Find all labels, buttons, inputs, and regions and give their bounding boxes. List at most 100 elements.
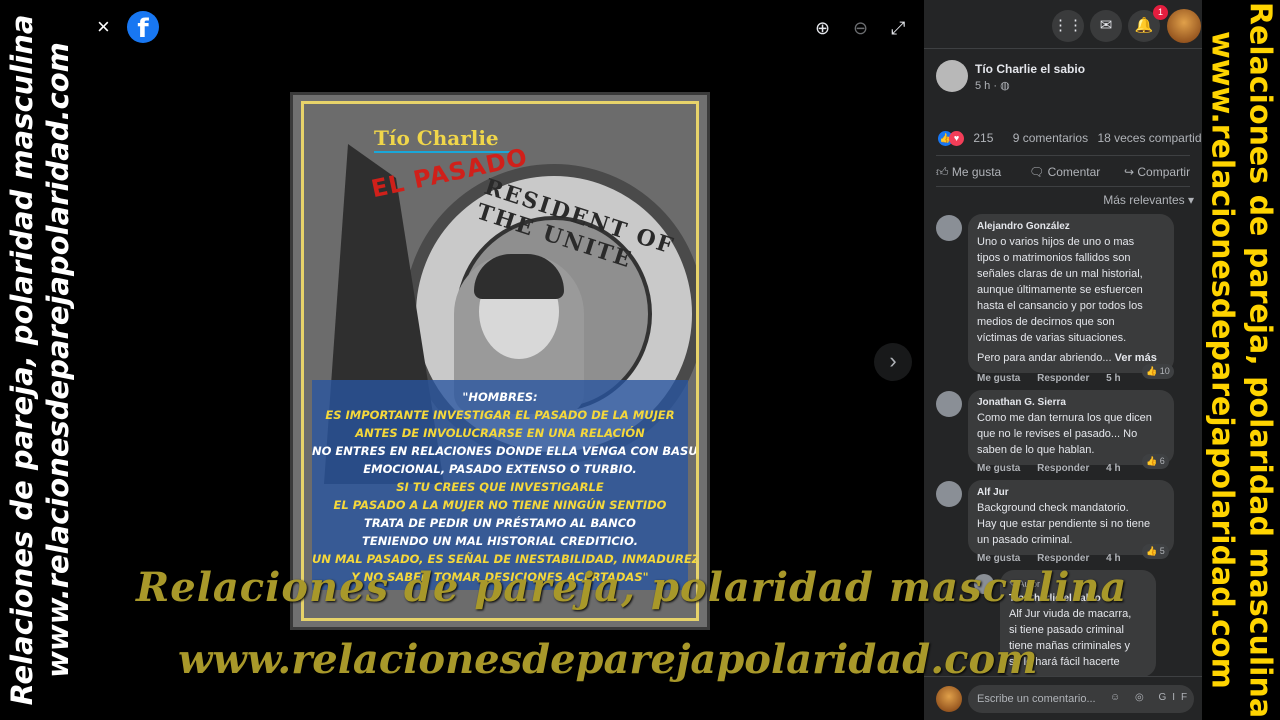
comment-reply-button[interactable]: Responder bbox=[1037, 373, 1089, 384]
post-author[interactable]: Tío Charlie el sabio bbox=[975, 62, 1085, 76]
comment-time[interactable]: 4 h bbox=[1106, 463, 1120, 474]
comment-like-button[interactable]: Me gusta bbox=[977, 373, 1020, 384]
watermark-url: www.relacionesdeparejapolaridad.com bbox=[178, 636, 1038, 683]
notification-badge: 1 bbox=[1153, 5, 1168, 20]
see-more-link[interactable]: Ver más bbox=[1115, 352, 1157, 364]
watermark-slogan: Relaciones de pareja, polaridad masculin… bbox=[136, 564, 1128, 611]
comment-like-number: 10 bbox=[1159, 366, 1170, 376]
poster-quote-line: ES IMPORTANTE INVESTIGAR EL PASADO DE LA… bbox=[325, 408, 675, 422]
comment-reply-button[interactable]: Responder bbox=[1037, 463, 1089, 474]
share-arrow-icon: ↪ bbox=[1124, 165, 1138, 179]
comment-like-count: 👍 5 bbox=[1142, 544, 1169, 559]
commenter-avatar[interactable] bbox=[936, 391, 962, 417]
comment-text-line: un pasado criminal. bbox=[977, 534, 1073, 546]
comment-text-truncated: Pero para andar abriendo... bbox=[977, 352, 1112, 364]
comment-like-number: 5 bbox=[1159, 546, 1165, 556]
fullscreen-icon[interactable]: ⤢ bbox=[891, 18, 905, 39]
close-icon[interactable]: × bbox=[97, 14, 110, 40]
zoom-in-icon[interactable]: ⊕ bbox=[815, 18, 830, 39]
commenter-avatar[interactable] bbox=[936, 215, 962, 241]
thumbs-up-icon: 👍︎ bbox=[936, 165, 952, 179]
comment-count[interactable]: 9 comentarios bbox=[1013, 131, 1088, 145]
poster-quote-line: ANTES DE INVOLUCRARSE EN UNA RELACIÓN bbox=[355, 426, 645, 440]
comment-time[interactable]: 5 h bbox=[1106, 373, 1120, 384]
love-reaction-icon: ♥ bbox=[949, 131, 964, 147]
right-banner-slogan: Relaciones de pareja, polaridad masculin… bbox=[1242, 1, 1278, 719]
poster-quote-line: TENIENDO UN MAL HISTORIAL CREDITICIO. bbox=[362, 534, 638, 548]
like-button-label: Me gusta bbox=[951, 165, 1002, 179]
commenter-name[interactable]: Alf Jur bbox=[977, 486, 1165, 500]
facebook-logo-icon[interactable]: f bbox=[127, 11, 159, 44]
comment-button[interactable]: 🗨︎ Comentar bbox=[1029, 165, 1100, 179]
poster-brand: Tío Charlie bbox=[374, 126, 499, 150]
comment-time[interactable]: 4 h bbox=[1106, 553, 1120, 564]
right-promo-banner: Relaciones de pareja, polaridad masculin… bbox=[1202, 0, 1280, 720]
comment-actions: Me gusta Responder 4 h bbox=[977, 553, 1135, 564]
comment-actions: Me gusta Responder 5 h bbox=[977, 373, 1135, 384]
left-promo-banner: Relaciones de pareja, polaridad masculin… bbox=[0, 0, 78, 720]
comment-more-row: Pero para andar abriendo... Ver más bbox=[977, 350, 1165, 366]
photo-viewer: × f ⊕ ⊖ ⤢ RESIDENT OF THE UNITE Tío Char… bbox=[78, 0, 924, 720]
comment-actions: Me gusta Responder 4 h bbox=[977, 463, 1135, 474]
comment-text-line: que no le revises el pasado... No bbox=[977, 428, 1138, 440]
comment-text-line: tipos o matrimonios fallidos son bbox=[977, 252, 1131, 264]
screen: Relaciones de pareja, polaridad masculin… bbox=[0, 0, 1280, 720]
speech-bubble-icon: 🗨︎ bbox=[1029, 165, 1048, 179]
share-button-label: Compartir bbox=[1137, 165, 1191, 179]
divider bbox=[936, 186, 1190, 187]
comment-bubble: Alf Jur Background check mandatorio. Hay… bbox=[968, 480, 1174, 555]
menu-grid-icon[interactable]: ⋮⋮ bbox=[1052, 10, 1084, 42]
composer-avatar bbox=[936, 686, 962, 712]
comment-bubble: Jonathan G. Sierra Como me dan ternura l… bbox=[968, 390, 1174, 465]
comment-text-line: Background check mandatorio. bbox=[977, 502, 1129, 514]
comment-text-line: Uno o varios hijos de uno o mas bbox=[977, 236, 1135, 248]
next-photo-button[interactable]: › bbox=[874, 343, 912, 381]
poster-quote-line: SI TU CREES QUE INVESTIGARLE bbox=[396, 480, 604, 494]
author-avatar[interactable] bbox=[936, 60, 968, 92]
right-banner-url: www.relacionesdeparejapolaridad.com bbox=[1204, 31, 1240, 689]
commenter-name[interactable]: Jonathan G. Sierra bbox=[977, 396, 1165, 410]
left-banner-slogan: Relaciones de pareja, polaridad masculin… bbox=[5, 14, 39, 706]
comment-text-line: víctimas de varias situaciones. bbox=[977, 332, 1127, 344]
comment-sort-dropdown[interactable]: Más relevantes ▾ bbox=[1103, 193, 1194, 207]
comment-text-line: medios de decirnos que son bbox=[977, 316, 1115, 328]
poster-quote-line: EMOCIONAL, PASADO EXTENSO O TURBIO. bbox=[363, 462, 637, 476]
like-button[interactable]: 👍︎ Me gusta bbox=[936, 165, 1001, 180]
comment-like-count: 👍 6 bbox=[1142, 454, 1169, 469]
share-count[interactable]: 18 veces compartido bbox=[1097, 131, 1202, 145]
comment-text-line: hasta el cansancio y por todos los bbox=[977, 300, 1143, 312]
left-banner-url: www.relacionesdeparejapolaridad.com bbox=[41, 42, 75, 678]
comment-text-line: Como me dan ternura los que dicen bbox=[977, 412, 1152, 424]
comment-like-button[interactable]: Me gusta bbox=[977, 553, 1020, 564]
reaction-count[interactable]: 215 bbox=[973, 131, 993, 145]
poster-quote-line: TRATA DE PEDIR UN PRÉSTAMO AL BANCO bbox=[364, 516, 636, 530]
divider bbox=[924, 48, 1202, 49]
account-avatar[interactable] bbox=[1167, 9, 1201, 43]
comment-like-number: 6 bbox=[1159, 456, 1165, 466]
top-bar: ⋮⋮ ✉ 🔔 1 bbox=[924, 0, 1202, 50]
post-image: RESIDENT OF THE UNITE Tío Charlie EL PAS… bbox=[290, 92, 710, 630]
comment-text-line: saben de lo que hablan. bbox=[977, 444, 1095, 456]
comment-button-label: Comentar bbox=[1047, 165, 1101, 179]
comment-bubble: Alejandro González Uno o varios hijos de… bbox=[968, 214, 1174, 373]
divider bbox=[936, 155, 1190, 156]
comment-reply-button[interactable]: Responder bbox=[1037, 553, 1089, 564]
commenter-avatar[interactable] bbox=[936, 481, 962, 507]
messenger-icon[interactable]: ✉ bbox=[1090, 10, 1122, 42]
poster-quote: "HOMBRES: ES IMPORTANTE INVESTIGAR EL PAS… bbox=[312, 380, 696, 590]
comment-text-line: señales claras de un mal historial, bbox=[977, 268, 1143, 280]
comment-text-line: Hay que estar pendiente si no tiene bbox=[977, 518, 1151, 530]
poster-quote-line: EL PASADO A LA MUJER NO TIENE NINGÚN SEN… bbox=[333, 498, 667, 512]
comment-like-button[interactable]: Me gusta bbox=[977, 463, 1020, 474]
poster-quote-line: "HOMBRES: bbox=[462, 390, 538, 404]
post-stats: 👍 ♥ 215 9 comentarios 18 veces compartido bbox=[938, 131, 1202, 147]
post-side-panel: ⋮⋮ ✉ 🔔 1 Tío Charlie el sabio 5 h · ◍ 👍 ♥… bbox=[924, 0, 1202, 720]
share-button[interactable]: ↪ Compartir bbox=[1124, 165, 1190, 179]
comment-text-line: aunque últimamente se esfuercen bbox=[977, 284, 1143, 296]
comment-like-count: 👍 10 bbox=[1142, 364, 1174, 379]
zoom-out-icon[interactable]: ⊖ bbox=[853, 18, 868, 39]
poster-frame: RESIDENT OF THE UNITE Tío Charlie EL PAS… bbox=[301, 101, 699, 621]
post-time[interactable]: 5 h · ◍ bbox=[975, 79, 1010, 92]
composer-emoji-icons[interactable]: ☺ ◎ GIF ☻ bbox=[1110, 692, 1202, 703]
commenter-name[interactable]: Alejandro González bbox=[977, 220, 1165, 234]
